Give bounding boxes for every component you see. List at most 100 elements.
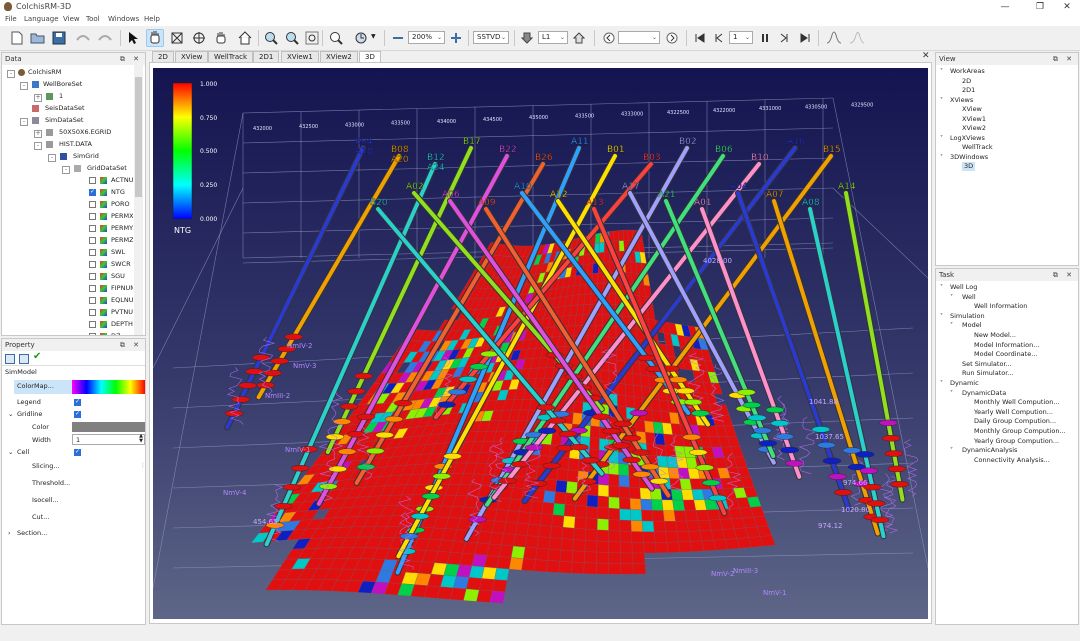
threshold-item[interactable]: Threshold... xyxy=(32,479,70,488)
move-tool-icon[interactable] xyxy=(190,29,208,47)
scrollbar-thumb[interactable] xyxy=(135,77,142,197)
grid-property-item[interactable]: PERMY xyxy=(111,224,133,233)
task-panel-item[interactable]: Daily Group Compution... xyxy=(974,417,1056,426)
slicing-more-icon[interactable]: ⋮ xyxy=(140,462,146,469)
view-panel-item[interactable]: 2D1 xyxy=(962,86,975,95)
menu-help[interactable]: Help xyxy=(144,15,160,23)
zoom-decrease-icon[interactable] xyxy=(389,29,407,47)
undo-icon[interactable] xyxy=(74,29,92,47)
grid-property-item[interactable]: DZ xyxy=(111,332,133,335)
cut-item[interactable]: Cut... xyxy=(32,513,49,522)
slicing-item[interactable]: Slicing... xyxy=(32,462,60,471)
expand-icon[interactable]: - xyxy=(7,70,15,78)
expand-icon[interactable]: - xyxy=(20,118,28,126)
tab-2d[interactable]: 2D xyxy=(152,51,174,62)
open-folder-icon[interactable] xyxy=(29,29,47,47)
tab-welltrack[interactable]: WellTrack xyxy=(208,51,254,62)
zoom-out-icon[interactable] xyxy=(283,29,301,47)
property-checkbox-10[interactable] xyxy=(89,297,96,304)
view-panel-item[interactable]: XView xyxy=(962,105,982,114)
grid-property-item[interactable]: PERMZ xyxy=(111,236,133,245)
property-checkbox-11[interactable] xyxy=(89,309,96,316)
property-checkbox-5[interactable] xyxy=(89,237,96,244)
menu-tool[interactable]: Tool xyxy=(86,15,100,23)
time-step-combo[interactable]: ⌄ xyxy=(618,31,660,44)
grid-property-item[interactable]: SWCR xyxy=(111,260,133,269)
task-panel-item[interactable]: Model Information... xyxy=(974,341,1039,350)
view-panel-item[interactable]: LogXViews xyxy=(950,134,985,143)
view-panel-item[interactable]: 3DWindows xyxy=(950,153,988,162)
view-panel-item[interactable]: 3D xyxy=(962,162,976,171)
sorted-icon[interactable] xyxy=(19,354,29,364)
categorized-icon[interactable] xyxy=(5,354,15,364)
property-checkbox-2[interactable] xyxy=(89,201,96,208)
step-combo[interactable]: 1 ⌄ xyxy=(729,31,753,44)
menu-file[interactable]: File xyxy=(5,15,17,23)
panel-float-close-icon[interactable]: ⧉ ✕ xyxy=(120,53,142,65)
grid-property-item[interactable]: PORO xyxy=(111,200,133,209)
pan-hand-icon[interactable] xyxy=(146,29,164,47)
property-checkbox-1[interactable] xyxy=(89,188,96,196)
tree-item-hist-data[interactable]: HIST.DATA xyxy=(59,140,92,149)
property-checkbox-6[interactable] xyxy=(89,249,96,256)
data-tree-scrollbar[interactable] xyxy=(134,65,143,335)
view-panel-item[interactable]: 2D xyxy=(962,77,971,86)
task-panel-item[interactable]: Monthly Group Compution... xyxy=(974,427,1066,436)
expand-icon[interactable]: ˅ xyxy=(940,134,943,143)
expand-icon[interactable]: ˅ xyxy=(950,446,953,455)
tree-item-colchisrm[interactable]: ColchisRM xyxy=(28,68,61,77)
tree-item-well-1[interactable]: 1 xyxy=(59,92,63,101)
legend-checkbox[interactable] xyxy=(74,398,81,406)
expand-icon[interactable]: ˅ xyxy=(940,67,943,76)
property-checkbox-0[interactable] xyxy=(89,177,96,184)
task-panel-item[interactable]: Model xyxy=(962,321,982,330)
previous-step-icon[interactable] xyxy=(600,29,618,47)
panel-float-close-icon[interactable]: ⧉ ✕ xyxy=(120,339,142,351)
tab-xview1[interactable]: XView1 xyxy=(281,51,319,62)
task-panel-item[interactable]: DynamicAnalysis xyxy=(962,446,1017,455)
tree-item-seisdataset[interactable]: SeisDataSet xyxy=(45,104,85,113)
property-checkbox-9[interactable] xyxy=(89,285,96,292)
zoom-window-icon[interactable] xyxy=(327,29,345,47)
close-tab-icon[interactable]: ✕ xyxy=(922,51,930,61)
gridline-expander[interactable]: ⌄ xyxy=(8,410,13,419)
menu-view[interactable]: View xyxy=(63,15,80,23)
save-icon[interactable] xyxy=(50,29,68,47)
expand-icon[interactable]: ˅ xyxy=(940,312,943,321)
tree-item-wellboreset[interactable]: WellBoreSet xyxy=(43,80,82,89)
tab-2d1[interactable]: 2D1 xyxy=(253,51,280,62)
curve-tool-icon[interactable] xyxy=(825,29,843,47)
task-panel-item[interactable]: Run Simulator... xyxy=(962,369,1014,378)
property-checkbox-4[interactable] xyxy=(89,225,96,232)
expand-icon[interactable]: + xyxy=(34,94,42,102)
view-panel-item[interactable]: XView1 xyxy=(962,115,986,124)
task-panel-item[interactable]: Connectivity Analysis... xyxy=(974,456,1050,465)
view-direction-dropdown-icon[interactable]: ▼ xyxy=(371,33,376,40)
task-panel-item[interactable]: Well xyxy=(962,293,976,302)
tree-item-egrid[interactable]: 50X50X6.EGRID xyxy=(59,128,111,137)
home-view-icon[interactable] xyxy=(236,29,254,47)
expand-icon[interactable]: ˅ xyxy=(950,389,953,398)
grid-property-item[interactable]: SWL xyxy=(111,248,133,257)
grid-property-item[interactable]: FIPNUM xyxy=(111,284,133,293)
view-panel-item[interactable]: XView2 xyxy=(962,124,986,133)
property-checkbox-8[interactable] xyxy=(89,273,96,280)
minimize-button[interactable]: — xyxy=(990,0,1020,14)
apply-check-icon[interactable]: ✔ xyxy=(33,351,41,362)
colormap-label[interactable]: ColorMap... xyxy=(17,382,54,391)
expand-icon[interactable]: + xyxy=(34,130,42,138)
tab-xview[interactable]: XView xyxy=(175,51,209,62)
panel-float-close-icon[interactable]: ⧉ ✕ xyxy=(1053,53,1075,65)
grid-property-item[interactable]: NTG xyxy=(111,188,133,197)
expand-icon[interactable]: ˅ xyxy=(940,96,943,105)
task-panel-item[interactable]: Set Simulator... xyxy=(962,360,1012,369)
zoom-increase-icon[interactable] xyxy=(447,29,465,47)
step-back-icon[interactable] xyxy=(710,29,728,47)
depth-mode-combo[interactable]: SSTVD ⌄ xyxy=(473,31,509,44)
spinner-arrows-icon[interactable]: ▲ ▼ xyxy=(139,434,143,444)
grid-property-item[interactable]: PERMX xyxy=(111,212,133,221)
tab-xview2[interactable]: XView2 xyxy=(320,51,358,62)
zoom-fit-icon[interactable] xyxy=(303,29,321,47)
colormap-swatch[interactable] xyxy=(72,380,145,394)
first-frame-icon[interactable] xyxy=(691,29,709,47)
